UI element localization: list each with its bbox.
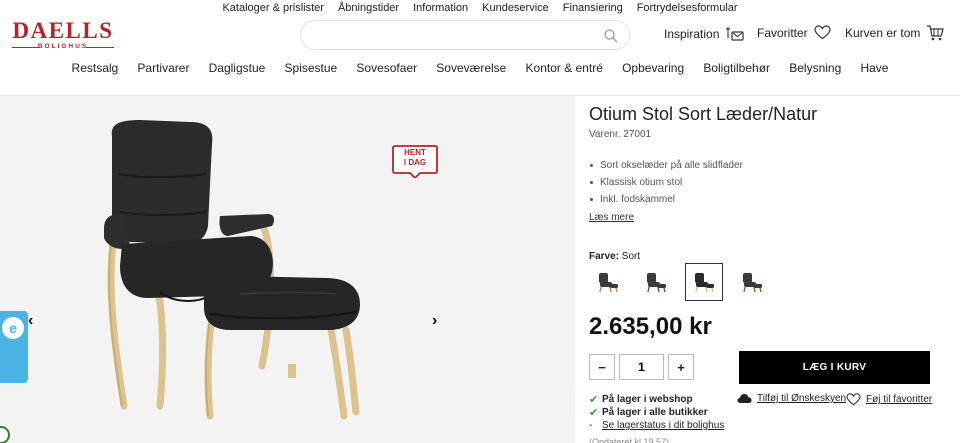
stock-webshop-row: ✔ På lager i webshop [589, 393, 724, 406]
utility-link-opening-hours[interactable]: Åbningstider [338, 2, 399, 17]
check-icon: ✔ [589, 394, 599, 406]
color-swatch-4[interactable] [733, 263, 771, 301]
pickup-badge-text: HENT I DAG [392, 148, 438, 168]
nav-item-kontor-entre[interactable]: Kontor & entré [516, 61, 613, 75]
color-swatch-2[interactable] [637, 263, 675, 301]
bullet-icon [590, 198, 593, 201]
quantity-decrease-button[interactable]: − [589, 354, 615, 380]
utility-link-catalogs[interactable]: Kataloger & prislister [222, 2, 324, 17]
color-selector-label: Farve: Sort [589, 251, 640, 262]
heart-icon [814, 25, 831, 40]
e-maerket-icon: e [2, 317, 24, 339]
quantity-input[interactable] [619, 354, 664, 380]
cart-link[interactable]: Kurven er tom [845, 25, 945, 41]
product-features: Sort okselæder på alle slidflader Klassi… [590, 157, 743, 208]
favorites-label: Favoritter [757, 25, 808, 40]
color-value: Sort [621, 251, 641, 262]
feature-item: Inkl. fodskammel [590, 191, 743, 208]
quantity-stepper: − + [589, 354, 694, 380]
nav-item-dagligstue[interactable]: Dagligstue [199, 61, 275, 75]
badge-line-1: HENT [404, 148, 426, 157]
favorites-add-label: Føj til favoritter [866, 394, 933, 405]
svg-text:e: e [9, 320, 17, 336]
eco-leaf-icon [0, 426, 10, 443]
color-label: Farve: [589, 251, 620, 262]
color-swatch-3-selected[interactable] [685, 263, 723, 301]
nav-item-opbevaring[interactable]: Opbevaring [613, 61, 694, 75]
bullet-icon [590, 181, 593, 184]
nav-item-belysning[interactable]: Belysning [780, 61, 851, 75]
utility-nav: Kataloger & prislister Åbningstider Info… [0, 0, 960, 17]
stock-status-link[interactable]: Se lagerstatus i dit bolighus [602, 420, 724, 431]
logo-rule-right [86, 47, 114, 48]
stock-updated-text: (Opdateret kl 19.57) [589, 437, 670, 443]
stock-status: ✔ På lager i webshop ✔ På lager i alle but… [589, 393, 724, 432]
e-maerket-badge[interactable]: e [0, 311, 28, 383]
logo-rule-left [12, 47, 40, 48]
stock-webshop-text: På lager i webshop [602, 394, 693, 405]
feature-text: Inkl. fodskammel [600, 194, 676, 205]
nav-item-restsalg[interactable]: Restsalg [62, 61, 128, 75]
main-nav: Restsalg Partivarer Dagligstue Spisestue… [0, 61, 960, 75]
product-image-chair[interactable] [100, 116, 370, 431]
add-to-favorites-link[interactable]: Føj til favoritter [846, 393, 932, 406]
product-gallery: HENT I DAG ‹ › e [0, 96, 575, 443]
nav-item-have[interactable]: Have [851, 61, 898, 75]
inspiration-icon [726, 27, 744, 41]
product-title: Otium Stol Sort Læder/Natur [589, 104, 818, 124]
cloud-icon [737, 394, 752, 403]
nav-item-sovesofaer[interactable]: Sovesofaer [347, 61, 427, 75]
cart-label: Kurven er tom [845, 26, 921, 40]
nav-item-boligtilbehor[interactable]: Boligtilbehør [694, 61, 780, 75]
nav-item-sovevaerelse[interactable]: Soveværelse [427, 61, 516, 75]
stock-stores-text: På lager i alle butikker [602, 407, 708, 418]
color-swatches [589, 263, 771, 301]
color-swatch-1[interactable] [589, 263, 627, 301]
inspiration-label: Inspiration [664, 27, 720, 41]
quantity-increase-button[interactable]: + [668, 354, 694, 380]
feature-item: Klassisk otium stol [590, 174, 743, 191]
feature-text: Sort okselæder på alle slidflader [600, 160, 743, 171]
stock-stores-row: ✔ På lager i alle butikker [589, 406, 724, 419]
cart-icon [927, 25, 945, 41]
heart-icon [846, 393, 861, 406]
favorites-link[interactable]: Favoritter [757, 25, 831, 40]
gallery-prev-arrow[interactable]: ‹ [28, 312, 33, 330]
search-bar [300, 20, 630, 50]
site-logo[interactable]: DAELLS BOLIGHUS [8, 18, 118, 50]
inspiration-link[interactable]: Inspiration [664, 25, 745, 43]
check-icon: ✔ [589, 407, 599, 419]
wishcloud-label: Tilføj til Ønskeskyen [757, 393, 847, 404]
feature-text: Klassisk otium stol [600, 177, 683, 188]
bullet-icon [590, 164, 593, 167]
feature-item: Sort okselæder på alle slidflader [590, 157, 743, 174]
stock-link-row: - Se lagerstatus i dit bolighus [589, 419, 724, 432]
add-to-cart-button[interactable]: LÆG I KURV [739, 351, 930, 384]
badge-line-2: I DAG [403, 158, 427, 167]
utility-link-information[interactable]: Information [413, 2, 468, 17]
dash-icon: - [589, 420, 593, 431]
utility-link-withdrawal-form[interactable]: Fortrydelsesformular [637, 2, 738, 17]
product-sku: Varenr. 27001 [589, 129, 652, 140]
nav-item-partivarer[interactable]: Partivarer [128, 61, 199, 75]
product-price: 2.635,00 kr [589, 313, 712, 340]
nav-item-spisestue[interactable]: Spisestue [275, 61, 347, 75]
search-input[interactable] [315, 21, 605, 49]
add-to-wishcloud-link[interactable]: Tilføj til Ønskeskyen [737, 393, 846, 404]
search-icon[interactable] [603, 28, 619, 44]
read-more-link[interactable]: Læs mere [589, 212, 634, 223]
logo-wordmark: DAELLS [12, 18, 114, 43]
utility-link-customer-service[interactable]: Kundeservice [482, 2, 549, 17]
utility-link-financing[interactable]: Finansiering [563, 2, 623, 17]
gallery-next-arrow[interactable]: › [432, 312, 437, 330]
